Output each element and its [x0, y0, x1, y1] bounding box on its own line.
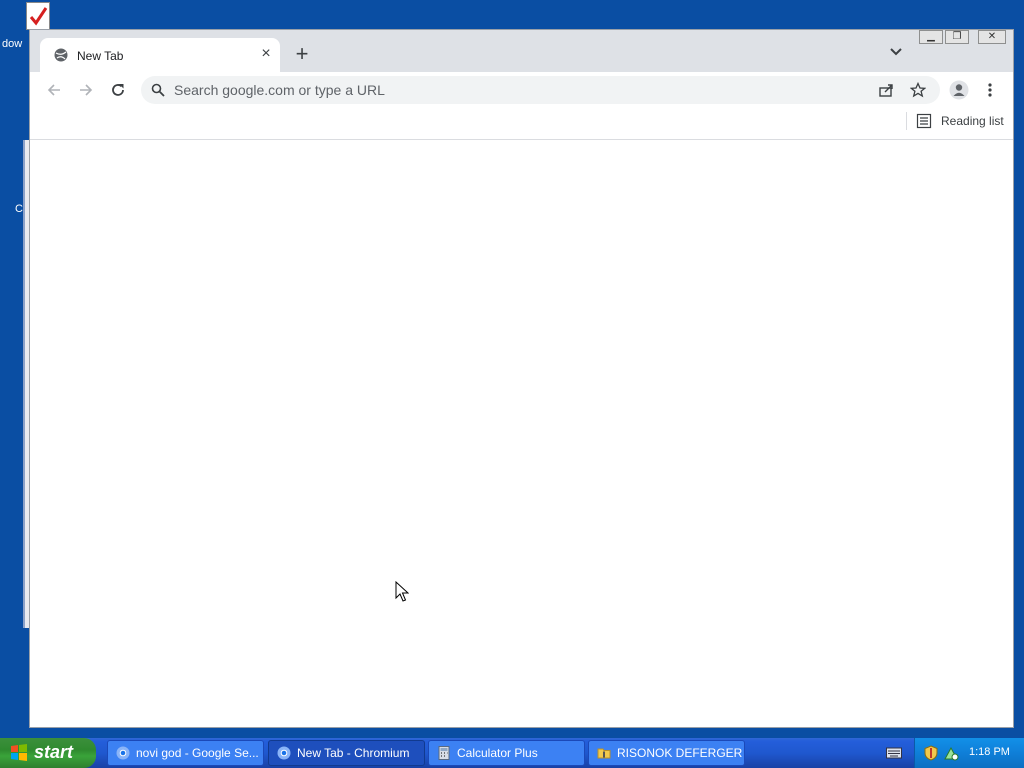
clock: 1:18 PM [969, 746, 1010, 758]
profile-avatar-icon[interactable] [949, 80, 969, 100]
more-menu-icon[interactable] [982, 82, 998, 98]
start-label: start [34, 742, 74, 762]
reading-list-label: Reading list [941, 114, 1004, 128]
forward-arrow-icon[interactable] [78, 82, 94, 98]
taskbar: start novi god - Google Se... New Tab - … [0, 738, 1024, 768]
chromium-icon [277, 746, 291, 760]
chromium-icon [116, 746, 130, 760]
bookmark-star-icon[interactable] [910, 82, 926, 98]
document-checkmark-icon [26, 2, 50, 30]
calculator-icon [438, 746, 450, 760]
browser-toolbar: Search google.com or type a URL [30, 72, 1013, 108]
taskbar-item-label: novi god - Google Se... [136, 746, 259, 760]
system-tray: 1:18 PM [914, 738, 1024, 768]
share-icon[interactable] [878, 82, 894, 98]
tab-title: New Tab [77, 49, 124, 63]
mouse-cursor-icon [395, 581, 409, 602]
page-content[interactable] [30, 140, 1013, 727]
taskbar-item-google-search[interactable]: novi god - Google Se... [107, 740, 264, 766]
minimize-button[interactable]: ▁ [919, 30, 943, 44]
desktop-icon-label: dow [2, 38, 23, 50]
chevron-down-icon[interactable] [888, 44, 904, 60]
taskbar-item-new-tab-chromium[interactable]: New Tab - Chromium [268, 740, 425, 766]
taskbar-item-label: New Tab - Chromium [297, 746, 410, 760]
browser-window: New Tab × + ▁ ❐ ✕ Search google.com or t… [29, 29, 1014, 728]
back-arrow-icon[interactable] [46, 82, 62, 98]
address-bar-placeholder: Search google.com or type a URL [174, 82, 385, 98]
address-bar[interactable]: Search google.com or type a URL [141, 76, 940, 104]
close-tab-icon[interactable]: × [258, 46, 274, 62]
taskbar-item-risonok-deferger[interactable]: RISONOK DEFERGER [588, 740, 745, 766]
network-icon[interactable] [943, 745, 959, 761]
bookmarks-divider [906, 112, 907, 130]
security-shield-icon[interactable] [923, 745, 939, 761]
tab-strip: New Tab × + ▁ ❐ ✕ [30, 30, 1013, 72]
close-button[interactable]: ✕ [978, 30, 1006, 44]
reload-icon[interactable] [110, 82, 126, 98]
reading-list-icon [916, 113, 932, 129]
desktop-edge-label: C [15, 203, 23, 215]
taskbar-item-label: Calculator Plus [457, 746, 538, 760]
keyboard-icon[interactable] [886, 746, 902, 760]
tab-new-tab[interactable]: New Tab × [40, 38, 280, 72]
start-button[interactable]: start [0, 738, 96, 768]
search-icon [151, 83, 165, 97]
taskbar-item-calculator-plus[interactable]: Calculator Plus [428, 740, 585, 766]
new-tab-button[interactable]: + [292, 43, 312, 65]
windows-logo-icon [11, 744, 27, 761]
bookmarks-bar: Reading list [30, 108, 1013, 140]
globe-icon [54, 48, 68, 62]
folder-icon [597, 748, 611, 759]
taskbar-item-label: RISONOK DEFERGER [617, 746, 743, 760]
desktop-file-icon[interactable] [26, 2, 50, 30]
maximize-button[interactable]: ❐ [945, 30, 969, 44]
